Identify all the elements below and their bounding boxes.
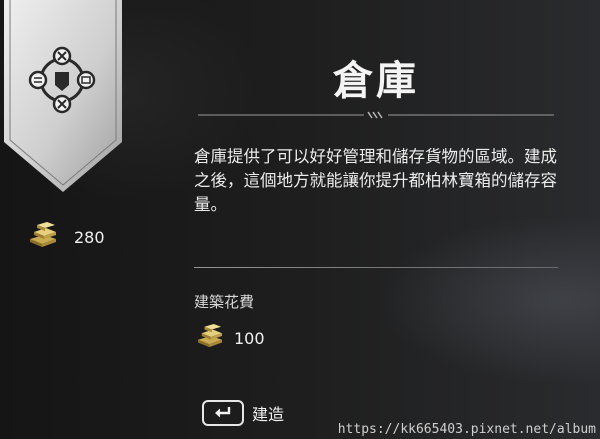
building-description: 倉庫提供了可以好好管理和儲存貨物的區域。建成之後，這個地方就能讓你提升都柏林寶箱… <box>194 147 557 214</box>
silver-ingots-icon <box>196 324 224 352</box>
silver-resource: 280 <box>28 222 105 252</box>
construction-cost-amount: 100 <box>234 328 265 348</box>
silver-amount: 280 <box>74 227 105 247</box>
silver-ingots-icon <box>28 222 58 252</box>
watermark: https://kk665403.pixnet.net/album <box>337 422 596 437</box>
settlement-banner <box>4 0 122 196</box>
build-label: 建造 <box>252 405 285 424</box>
construction-cost-label: 建築花費 <box>194 293 255 311</box>
construction-cost: 100 <box>196 323 265 353</box>
enter-key-icon <box>202 400 244 426</box>
section-divider <box>194 267 558 268</box>
title-ornament-divider <box>194 104 558 119</box>
build-button[interactable]: 建造 <box>202 398 284 428</box>
building-title: 倉庫 <box>333 58 419 104</box>
